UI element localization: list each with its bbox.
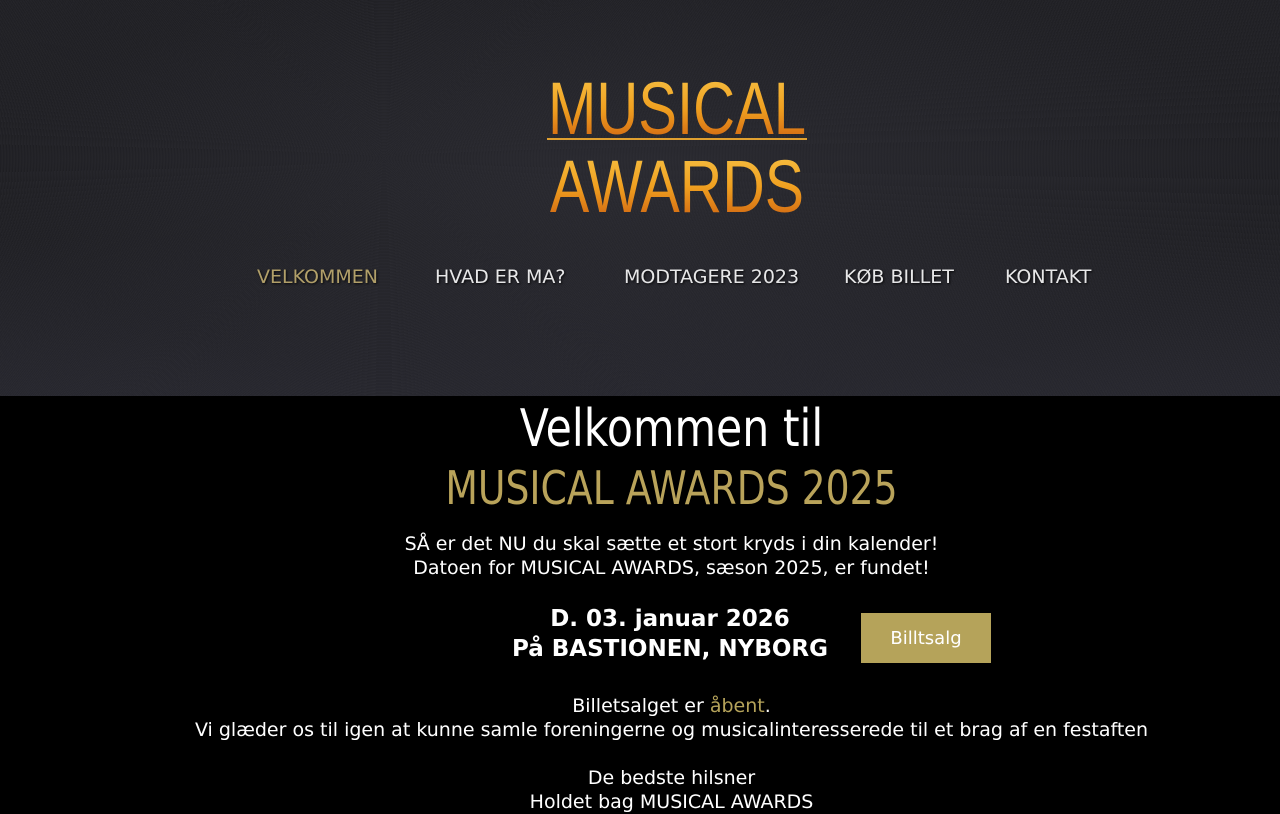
greeting-block: De bedste hilsner Holdet bag MUSICAL AWA… (0, 766, 1280, 814)
sales-suffix: . (764, 695, 771, 717)
sales-status-link[interactable]: åbent (710, 695, 765, 717)
event-date: D. 03. januar 2026 (550, 606, 790, 632)
intro-line-1: SÅ er det NU du skal sætte et stort kryd… (404, 533, 939, 555)
ticket-sales-button[interactable]: Billtsalg (861, 613, 991, 663)
site-header: MUSICAL AWARDS VELKOMMEN HVAD ER MA? MOD… (0, 0, 1280, 396)
nav-item-modtagere-2023[interactable]: MODTAGERE 2023 (624, 266, 799, 288)
sales-status-line: Billetsalget er åbent. (0, 694, 1280, 718)
event-details: D. 03. januar 2026 På BASTIONEN, NYBORG (470, 604, 870, 664)
event-venue: På BASTIONEN, NYBORG (512, 636, 828, 662)
logo-line-2: AWARDS (550, 145, 804, 218)
nav-item-kontakt[interactable]: KONTAKT (1005, 266, 1091, 288)
sales-line-2: Vi glæder os til igen at kunne samle for… (194, 719, 1149, 741)
page-title: Velkommen til (519, 399, 824, 459)
main-nav: VELKOMMEN HVAD ER MA? MODTAGERE 2023 KØB… (0, 266, 1280, 292)
nav-item-velkommen[interactable]: VELKOMMEN (257, 266, 378, 288)
musical-awards-logo[interactable]: MUSICAL AWARDS (545, 68, 810, 218)
intro-text: SÅ er det NU du skal sætte et stort kryd… (0, 532, 1280, 580)
signature: Holdet bag MUSICAL AWARDS (529, 791, 814, 813)
intro-line-2: Datoen for MUSICAL AWARDS, sæson 2025, e… (413, 557, 930, 579)
logo-line-1: MUSICAL (548, 68, 806, 150)
nav-item-kob-billet[interactable]: KØB BILLET (844, 266, 954, 288)
ticket-sales-info: Billetsalget er åbent. Vi glæder os til … (0, 694, 1280, 742)
nav-item-hvad-er-ma[interactable]: HVAD ER MA? (435, 266, 565, 288)
greeting: De bedste hilsner (587, 767, 756, 789)
logo-divider (547, 138, 807, 140)
page-subtitle: MUSICAL AWARDS 2025 (445, 461, 898, 515)
sales-prefix: Billetsalget er (572, 695, 710, 717)
main-content: Velkommen til MUSICAL AWARDS 2025 SÅ er … (0, 396, 1280, 813)
